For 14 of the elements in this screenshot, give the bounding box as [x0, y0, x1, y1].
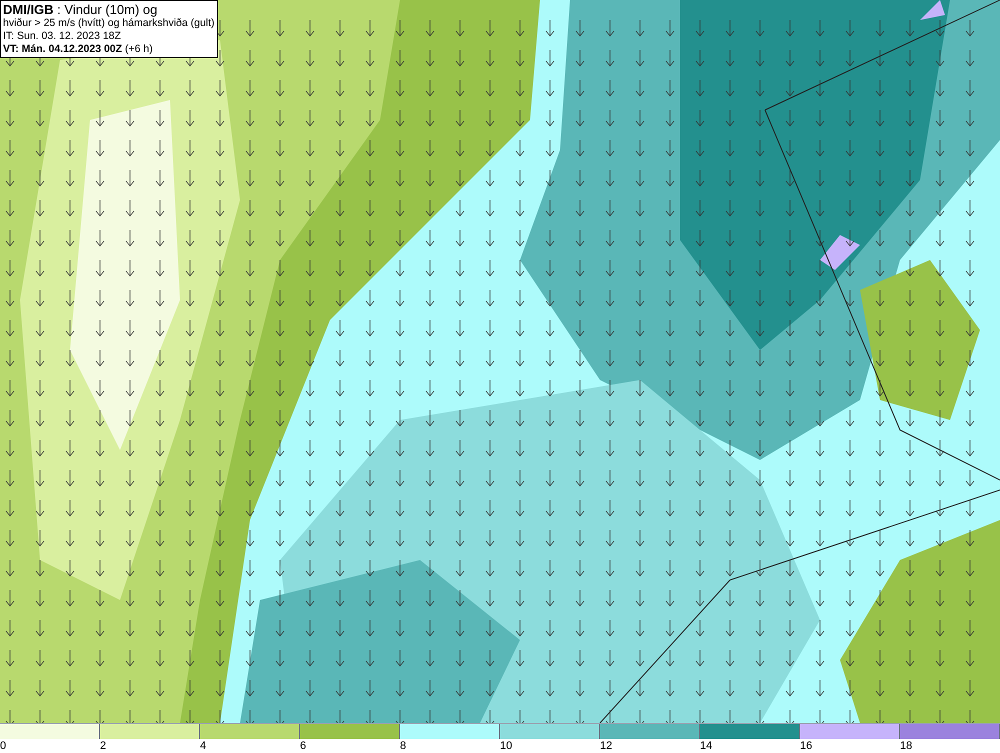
- title-line: IT: Sun. 03. 12. 2023 18Z: [3, 30, 122, 43]
- title-line: hviður > 25 m/s (hvítt) og hámarkshviða (gult): [3, 17, 215, 30]
- legend-label: 4: [200, 739, 206, 753]
- legend-label: 12: [600, 739, 612, 753]
- title-line: DMI/IGB : Vindur (10m) og: [3, 2, 158, 17]
- legend-label: 6: [300, 739, 306, 753]
- legend-label: 18: [900, 739, 912, 753]
- legend-label: 10: [500, 739, 512, 753]
- title-line: VT: Mán. 04.12.2023 00Z (+6 h): [3, 43, 154, 56]
- legend-label: 8: [400, 739, 406, 753]
- legend-label: 14: [700, 739, 712, 753]
- legend-label: 2: [100, 739, 106, 753]
- legend-label: 0: [0, 739, 6, 753]
- legend-label: 16: [800, 739, 812, 753]
